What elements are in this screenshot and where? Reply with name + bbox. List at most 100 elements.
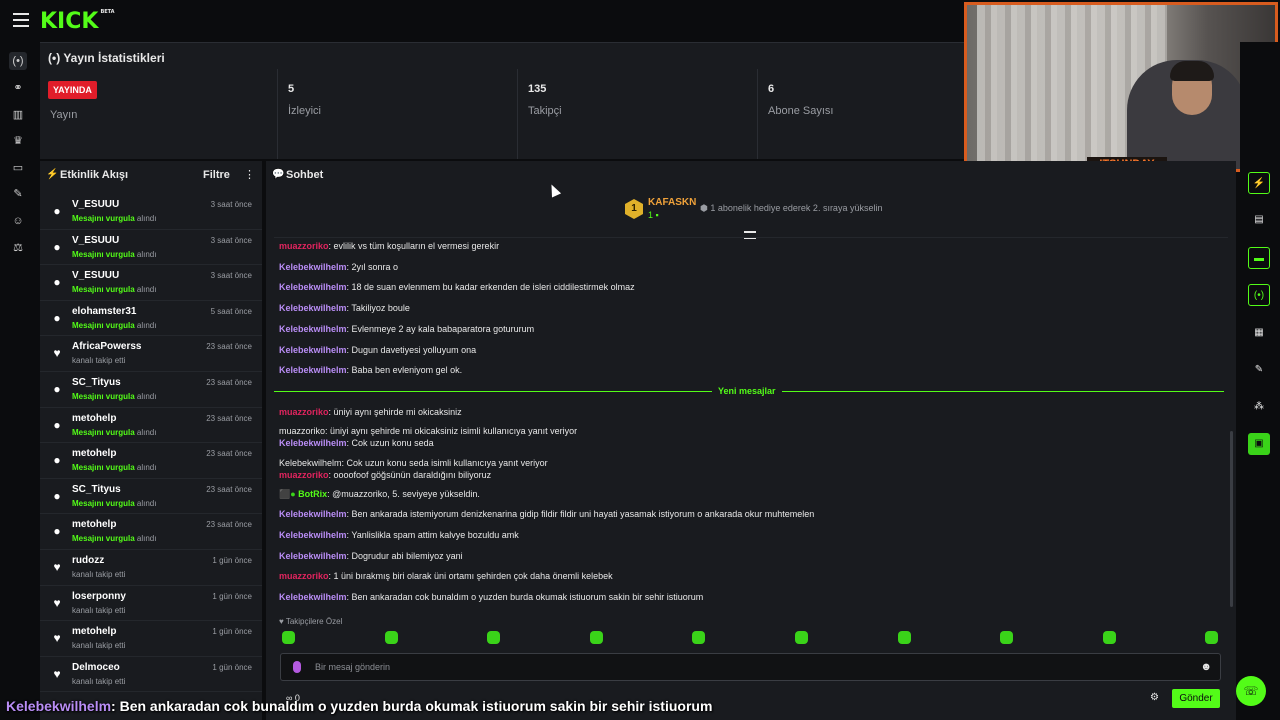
chat-message[interactable]: Kelebekwilhelm: Ben ankarada istemiyorum…: [279, 509, 814, 519]
chat-username[interactable]: muazzoriko: [279, 470, 329, 480]
chat-username[interactable]: Kelebekwilhelm: [279, 438, 347, 448]
chat-username[interactable]: Kelebekwilhelm: [279, 592, 347, 602]
emote-button[interactable]: [589, 631, 603, 644]
trophy-icon[interactable]: ♛: [9, 132, 27, 150]
clapper-icon[interactable]: ▣: [1248, 433, 1270, 455]
activity-username[interactable]: SC_Tityus: [72, 484, 121, 495]
activity-username[interactable]: V_ESUUU: [72, 235, 119, 246]
chat-username[interactable]: BotRix: [298, 489, 327, 499]
activity-username[interactable]: metohelp: [72, 626, 116, 637]
mic-icon[interactable]: [293, 661, 301, 673]
emoji-icon[interactable]: ☻: [1200, 661, 1212, 673]
activity-username[interactable]: Delmoceo: [72, 662, 120, 673]
chat-message[interactable]: Kelebekwilhelm: Takiliyoz boule: [279, 303, 410, 313]
live-icon[interactable]: (•): [9, 52, 27, 70]
activity-item[interactable]: ● V_ESUUU Mesajını vurgula alındı 3 saat ön…: [40, 265, 262, 301]
more-options-icon[interactable]: ⋮: [244, 168, 255, 181]
chat-message[interactable]: Kelebekwilhelm: Evlenmeye 2 ay kala baba…: [279, 324, 534, 334]
activity-username[interactable]: SC_Tityus: [72, 377, 121, 388]
chat-username[interactable]: muazzoriko: [279, 407, 329, 417]
activity-item[interactable]: ● metohelp Mesajını vurgula alındı 23 saat …: [40, 408, 262, 444]
activity-username[interactable]: loserponny: [72, 591, 126, 602]
menu-icon[interactable]: [13, 13, 29, 27]
share-icon[interactable]: ⁂: [1248, 396, 1270, 418]
chat-message[interactable]: Kelebekwilhelm: 18 de suan evlenmem bu k…: [279, 282, 635, 292]
chat-message[interactable]: muazzoriko: evlilik vs tüm koşulların el…: [279, 241, 499, 251]
activity-item[interactable]: ● elohamster31 Mesajını vurgula alındı 5 sa…: [40, 301, 262, 337]
chat-scrollbar[interactable]: [1230, 431, 1233, 607]
emote-button[interactable]: [795, 631, 808, 644]
document-icon[interactable]: ▤: [1248, 209, 1270, 231]
emote-button[interactable]: [384, 631, 398, 644]
activity-item[interactable]: ● metohelp Mesajını vurgula alındı 23 saat …: [40, 443, 262, 479]
help-button[interactable]: ☏: [1236, 676, 1266, 706]
reply-context[interactable]: muazzoriko: üniyi aynı şehirde mi okicak…: [279, 426, 577, 436]
bolt-icon[interactable]: ⚡: [1248, 172, 1270, 194]
emote-button[interactable]: [1000, 631, 1014, 644]
emote-button[interactable]: [692, 631, 706, 644]
chat-username[interactable]: muazzoriko: [279, 571, 329, 581]
chat-username[interactable]: Kelebekwilhelm: [279, 345, 347, 355]
wrench-icon[interactable]: ✎: [1248, 359, 1270, 381]
chat-message[interactable]: ⬛● BotRix: @muazzoriko, 5. seviyeye yüks…: [279, 489, 480, 500]
reply-context[interactable]: Kelebekwilhelm: Cok uzun konu seda isiml…: [279, 458, 548, 468]
emote-button[interactable]: [1205, 631, 1219, 644]
activity-item[interactable]: ● metohelp Mesajını vurgula alındı 23 saat …: [40, 514, 262, 550]
activity-username[interactable]: metohelp: [72, 448, 116, 459]
activity-item[interactable]: ♥ Delmoceo kanalı takip etti 1 gün önce: [40, 657, 262, 693]
chat-message[interactable]: Kelebekwilhelm: Cok uzun konu seda: [279, 438, 434, 448]
activity-username[interactable]: elohamster31: [72, 306, 136, 317]
chat-username[interactable]: Kelebekwilhelm: [279, 551, 347, 561]
chat-message[interactable]: Kelebekwilhelm: Ben ankaradan cok bunald…: [279, 592, 703, 602]
activity-item[interactable]: ● SC_Tityus Mesajını vurgula alındı 23 saat…: [40, 372, 262, 408]
activity-item[interactable]: ♥ metohelp kanalı takip etti 1 gün önce: [40, 621, 262, 657]
media-icon[interactable]: ▭: [9, 159, 27, 177]
chat-message[interactable]: Kelebekwilhelm: Dogrudur abi bilemiyoz y…: [279, 551, 463, 561]
chat-username[interactable]: Kelebekwilhelm: [279, 282, 347, 292]
chat-username[interactable]: Kelebekwilhelm: [279, 365, 347, 375]
chat-username[interactable]: Kelebekwilhelm: [279, 509, 347, 519]
emote-button[interactable]: [897, 631, 911, 644]
kick-logo[interactable]: KICK BETA: [40, 9, 115, 34]
chat-icon[interactable]: ▬: [1248, 247, 1270, 269]
settings-gear-icon[interactable]: ⚙: [1150, 692, 1159, 703]
send-button[interactable]: Gönder: [1172, 689, 1220, 708]
chart-icon[interactable]: ▥: [9, 106, 27, 124]
chat-input[interactable]: Bir mesaj gönderin ☻: [280, 653, 1221, 681]
activity-username[interactable]: V_ESUUU: [72, 270, 119, 281]
chat-message[interactable]: Kelebekwilhelm: Yanlislikla spam attim k…: [279, 530, 519, 540]
wrench-icon[interactable]: ✎: [9, 185, 27, 203]
activity-username[interactable]: V_ESUUU: [72, 199, 119, 210]
activity-username[interactable]: rudozz: [72, 555, 104, 566]
filter-button[interactable]: Filtre: [203, 169, 230, 181]
chat-message[interactable]: muazzoriko: üniyi aynı şehirde mi okicak…: [279, 407, 462, 417]
layout-icon[interactable]: ▦: [1248, 322, 1270, 344]
emote-button[interactable]: [487, 631, 501, 644]
link-icon[interactable]: ⚭: [9, 79, 27, 97]
chat-username[interactable]: Kelebekwilhelm: [279, 324, 347, 334]
activity-username[interactable]: metohelp: [72, 519, 116, 530]
chat-username[interactable]: muazzoriko: [279, 241, 329, 251]
activity-username[interactable]: metohelp: [72, 413, 116, 424]
pinned-gifter[interactable]: 1 KAFASKN 1 ▪ ⬢ 1 abonelik hediye ederek…: [625, 197, 885, 223]
moderation-icon[interactable]: ⚖: [9, 239, 27, 257]
chat-username[interactable]: Kelebekwilhelm: [279, 262, 347, 272]
emote-button[interactable]: [1102, 631, 1116, 644]
chat-message[interactable]: Kelebekwilhelm: 2yıl sonra o: [279, 262, 398, 272]
chat-message[interactable]: muazzoriko: 1 üni bırakmış biri olarak ü…: [279, 571, 613, 581]
broadcast-icon[interactable]: (•): [1248, 284, 1270, 306]
chat-message[interactable]: muazzoriko: oooofoof göğsünün daraldığın…: [279, 470, 491, 480]
activity-item[interactable]: ♥ loserponny kanalı takip etti 1 gün önce: [40, 586, 262, 622]
users-icon[interactable]: ☺: [9, 212, 27, 230]
chat-message[interactable]: Kelebekwilhelm: Dugun davetiyesi yolluyu…: [279, 345, 476, 355]
activity-item[interactable]: ● SC_Tityus Mesajını vurgula alındı 23 saat…: [40, 479, 262, 515]
activity-item[interactable]: ● V_ESUUU Mesajını vurgula alındı 3 saat ön…: [40, 194, 262, 230]
activity-item[interactable]: ♥ rudozz kanalı takip etti 1 gün önce: [40, 550, 262, 586]
chat-username[interactable]: Kelebekwilhelm: [279, 303, 347, 313]
pinned-username[interactable]: KAFASKN: [648, 197, 696, 208]
activity-item[interactable]: ♥ AfricaPowerss kanalı takip etti 23 saat ö…: [40, 336, 262, 372]
emote-button[interactable]: [282, 631, 295, 644]
activity-item[interactable]: ● V_ESUUU Mesajını vurgula alındı 3 saat ön…: [40, 230, 262, 266]
chat-username[interactable]: Kelebekwilhelm: [279, 530, 347, 540]
chat-input-placeholder[interactable]: Bir mesaj gönderin: [315, 662, 390, 672]
